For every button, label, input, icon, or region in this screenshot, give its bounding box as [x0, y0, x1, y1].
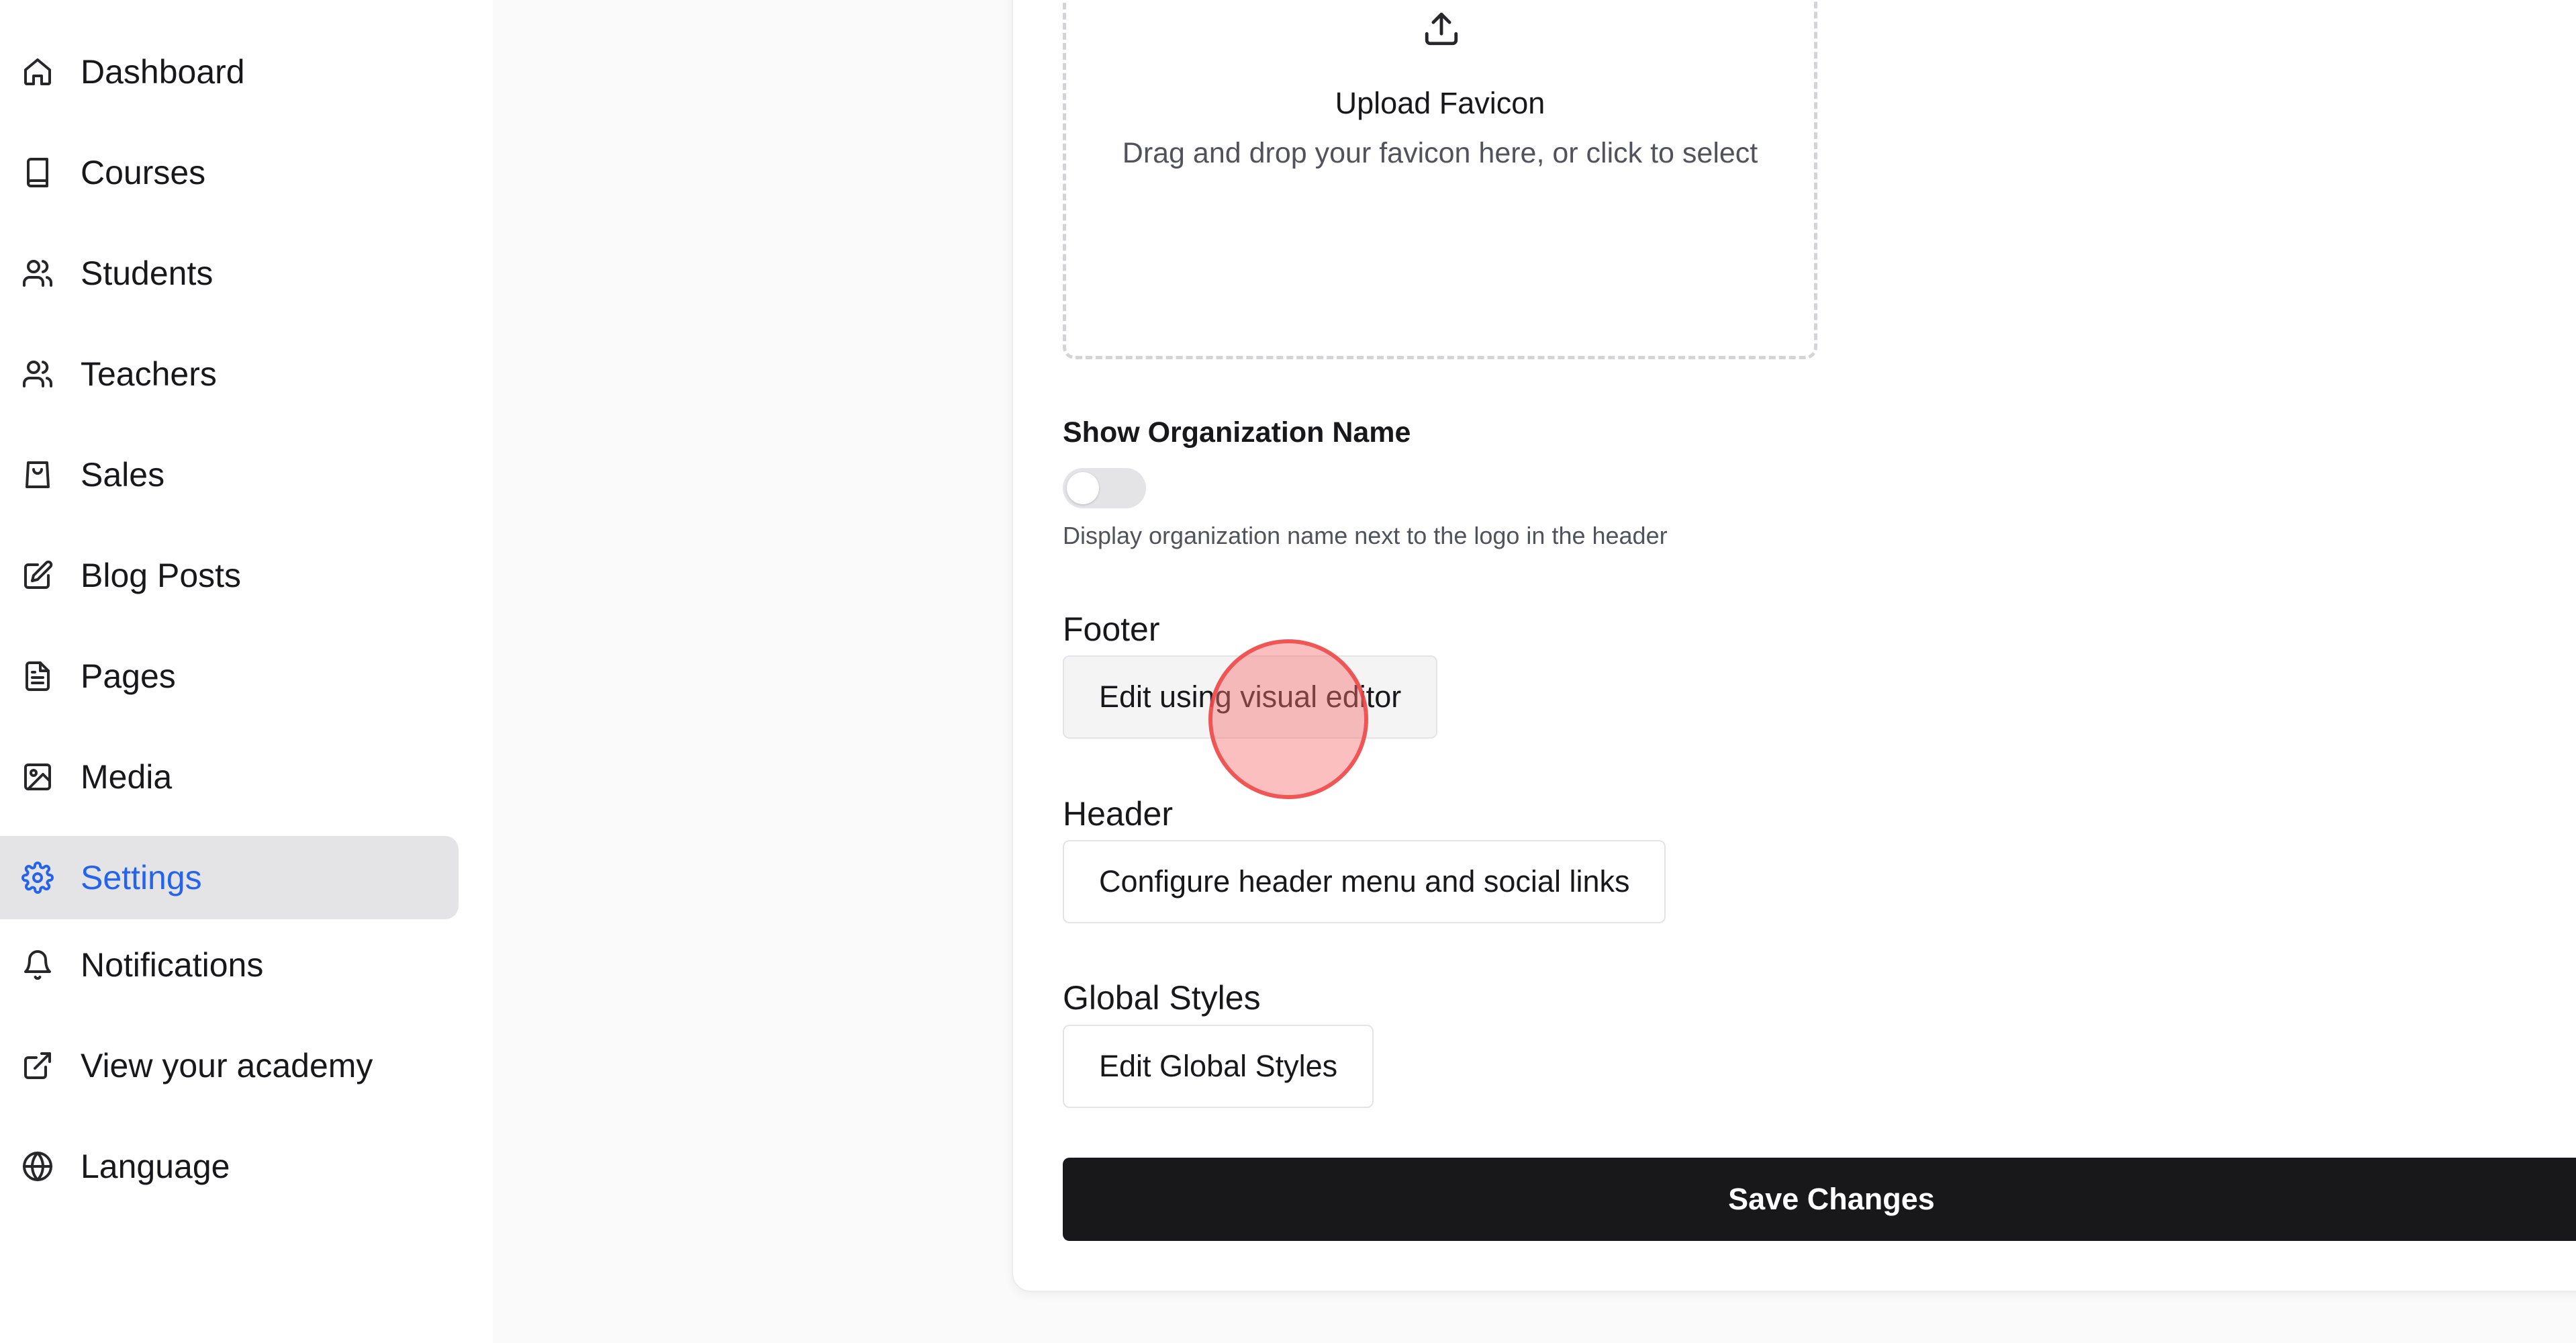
- show-org-name-help: Display organization name next to the lo…: [1063, 522, 1668, 549]
- sidebar-item-notifications[interactable]: Notifications: [0, 923, 459, 1007]
- sidebar-item-sales[interactable]: Sales: [0, 433, 459, 516]
- sidebar-item-teachers[interactable]: Teachers: [0, 332, 459, 416]
- header-section-title: Header: [1063, 795, 1173, 833]
- bell-icon: [20, 947, 55, 982]
- book-icon: [20, 155, 55, 190]
- sidebar-item-label: Dashboard: [81, 53, 245, 91]
- configure-header-button[interactable]: Configure header menu and social links: [1063, 840, 1666, 923]
- globe-icon: [20, 1149, 55, 1184]
- upload-title: Upload Favicon: [1335, 86, 1545, 120]
- sidebar-item-students[interactable]: Students: [0, 232, 459, 315]
- image-icon: [20, 759, 55, 794]
- sidebar-item-media[interactable]: Media: [0, 735, 459, 819]
- sidebar-item-label: Teachers: [81, 355, 217, 393]
- sidebar-item-label: Media: [81, 758, 173, 796]
- sidebar-item-settings[interactable]: Settings: [0, 836, 459, 919]
- sidebar: Dashboard Courses Students Teachers Sale…: [0, 0, 493, 1343]
- gear-icon: [20, 860, 55, 895]
- show-org-name-label: Show Organization Name: [1063, 416, 1411, 449]
- sidebar-item-label: Students: [81, 254, 213, 292]
- footer-section-title: Footer: [1063, 610, 1160, 648]
- users-icon: [20, 256, 55, 291]
- global-styles-section-title: Global Styles: [1063, 979, 1261, 1017]
- upload-icon: [1422, 9, 1461, 48]
- favicon-upload-dropzone[interactable]: [1063, 0, 1817, 359]
- edit-icon: [20, 558, 55, 593]
- sidebar-item-label: Language: [81, 1148, 230, 1185]
- file-text-icon: [20, 659, 55, 694]
- sidebar-item-label: Blog Posts: [81, 557, 242, 594]
- sidebar-item-view-academy[interactable]: View your academy: [0, 1024, 459, 1107]
- sidebar-item-label: Notifications: [81, 946, 264, 984]
- sidebar-item-label: Pages: [81, 657, 176, 695]
- save-changes-button[interactable]: Save Changes: [1063, 1158, 2576, 1241]
- edit-global-styles-button[interactable]: Edit Global Styles: [1063, 1025, 1374, 1108]
- shopping-bag-icon: [20, 457, 55, 492]
- sidebar-item-pages[interactable]: Pages: [0, 635, 459, 718]
- sidebar-item-label: View your academy: [81, 1047, 373, 1084]
- home-icon: [20, 54, 55, 89]
- users-icon: [20, 357, 55, 391]
- show-org-name-toggle[interactable]: [1063, 468, 1146, 508]
- sidebar-item-label: Courses: [81, 154, 206, 191]
- edit-footer-visual-editor-button[interactable]: Edit using visual editor: [1063, 655, 1438, 739]
- external-link-icon: [20, 1048, 55, 1083]
- sidebar-item-language[interactable]: Language: [0, 1125, 459, 1208]
- toggle-knob: [1067, 472, 1099, 504]
- sidebar-item-blog-posts[interactable]: Blog Posts: [0, 534, 459, 617]
- sidebar-item-courses[interactable]: Courses: [0, 131, 459, 214]
- upload-description: Drag and drop your favicon here, or clic…: [1122, 137, 1758, 169]
- sidebar-item-label: Sales: [81, 456, 165, 494]
- sidebar-item-label: Settings: [81, 859, 202, 896]
- sidebar-item-dashboard[interactable]: Dashboard: [0, 30, 459, 113]
